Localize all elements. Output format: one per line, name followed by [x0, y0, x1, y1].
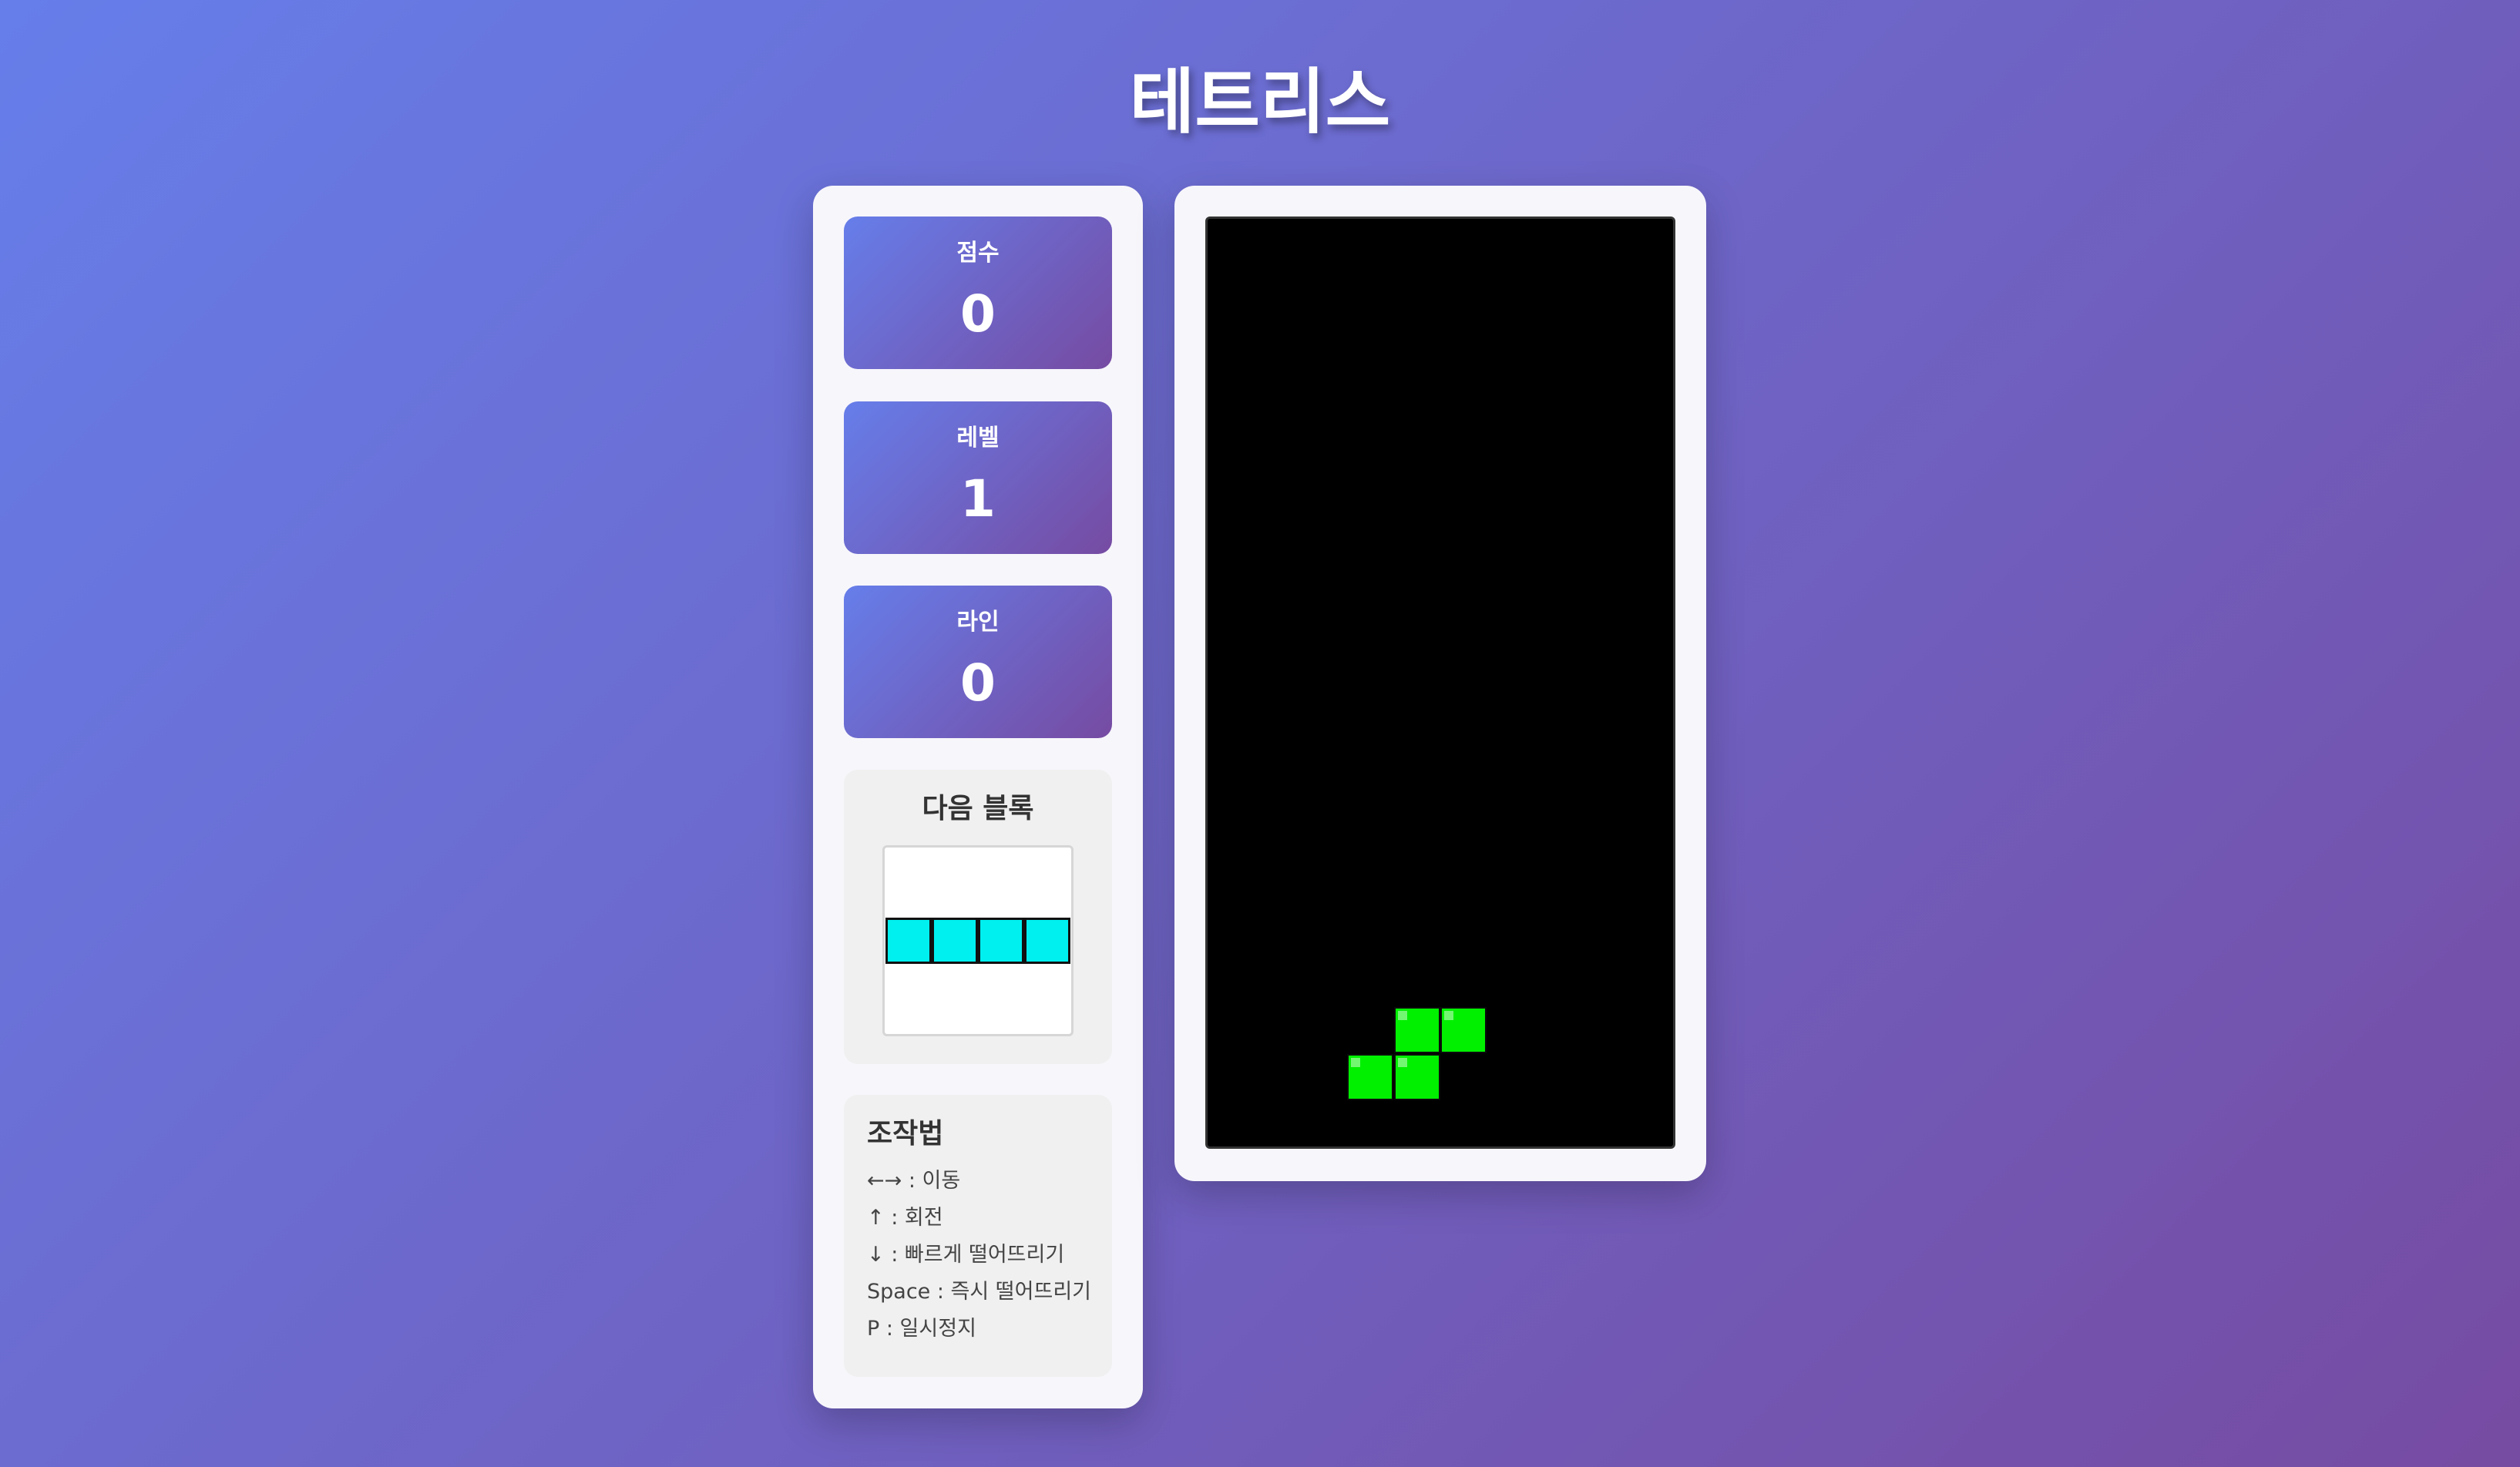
next-block-cell: [885, 918, 932, 964]
block-highlight: [1398, 1058, 1407, 1067]
next-block-box: 다음 블록: [844, 770, 1112, 1064]
control-rotate: ↑ : 회전: [867, 1206, 943, 1230]
next-block-cell: [932, 918, 978, 964]
page-title: 테트리스: [1129, 61, 1391, 143]
score-label: 점수: [956, 240, 1000, 267]
score-box: 점수 0: [844, 217, 1112, 369]
info-panel: 점수 0 레벨 1 라인 0 다음 블록 조작법 ←→ : 이동 ↑ : 회전 …: [813, 186, 1143, 1408]
next-block-canvas: [882, 845, 1074, 1036]
controls-box: 조작법 ←→ : 이동 ↑ : 회전 ↓ : 빠르게 떨어뜨리기 Space :…: [844, 1095, 1112, 1377]
lines-label: 라인: [956, 609, 1000, 636]
board-block-cell: [1394, 1007, 1440, 1053]
board-block-cell: [1394, 1054, 1440, 1100]
block-highlight: [1351, 1058, 1360, 1067]
control-hard-drop: Space : 즉시 떨어뜨리기: [867, 1280, 1092, 1304]
level-label: 레벨: [956, 425, 1000, 452]
control-soft-drop: ↓ : 빠르게 떨어뜨리기: [867, 1243, 1065, 1267]
next-block-cell: [1024, 918, 1070, 964]
block-highlight: [1444, 1011, 1453, 1020]
block-highlight: [1398, 1011, 1407, 1020]
game-board-panel: [1174, 186, 1706, 1181]
level-box: 레벨 1: [844, 401, 1112, 554]
board-block-cell: [1440, 1007, 1487, 1053]
control-move: ←→ : 이동: [867, 1169, 961, 1193]
next-block-title: 다음 블록: [922, 793, 1034, 824]
level-value: 1: [960, 469, 996, 529]
game-board[interactable]: [1205, 217, 1675, 1149]
lines-value: 0: [960, 653, 996, 713]
next-block-cell: [978, 918, 1024, 964]
control-pause: P : 일시정지: [867, 1317, 976, 1341]
score-value: 0: [960, 284, 996, 344]
lines-box: 라인 0: [844, 586, 1112, 738]
board-block-cell: [1347, 1054, 1393, 1100]
controls-title: 조작법: [867, 1118, 944, 1150]
